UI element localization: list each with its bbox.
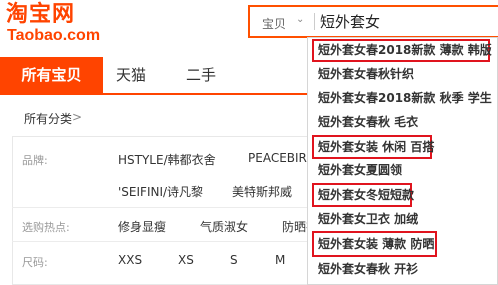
brand-option[interactable]: 美特斯邦威 xyxy=(232,183,292,200)
logo-chinese-name: 淘宝网 xyxy=(6,2,76,27)
suggestion-item[interactable]: 短外套女春秋 开衫 xyxy=(318,261,418,277)
search-input[interactable] xyxy=(320,10,490,32)
size-option[interactable]: M xyxy=(275,253,285,267)
suggestion-item[interactable]: 短外套女卫衣 加绒 xyxy=(318,211,418,227)
brand-option[interactable]: PEACEBIRD xyxy=(248,151,316,165)
suggestion-item[interactable]: 短外套女冬短短款 xyxy=(318,187,414,203)
suggestion-item[interactable]: 短外套女春秋 毛衣 xyxy=(318,114,418,130)
size-option[interactable]: XXS xyxy=(118,253,142,267)
tab-all-items[interactable]: 所有宝贝 xyxy=(0,57,103,93)
breadcrumb-all-categories[interactable]: 所有分类 xyxy=(24,110,72,127)
size-option[interactable]: S xyxy=(230,253,238,267)
taobao-logo[interactable]: 淘宝网 Taobao.com xyxy=(6,2,106,46)
size-option[interactable]: XS xyxy=(178,253,194,267)
chevron-down-icon[interactable]: ⌄ xyxy=(296,14,304,25)
suggestion-item[interactable]: 短外套女装 休闲 百搭 xyxy=(318,139,434,155)
search-type-selector[interactable]: 宝贝 xyxy=(262,15,286,32)
search-box: 宝贝 ⌄ xyxy=(248,5,498,38)
chevron-right-icon: > xyxy=(72,110,83,124)
suggestion-item[interactable]: 短外套女春2018新款 薄款 韩版 xyxy=(318,42,492,58)
size-filter-label: 尺码: xyxy=(22,256,48,269)
suggestion-item[interactable]: 短外套女装 薄款 防晒 xyxy=(318,236,434,252)
hot-option[interactable]: 气质淑女 xyxy=(200,218,248,235)
tab-tmall[interactable]: 天猫 xyxy=(108,57,154,93)
brand-option[interactable]: 'SEIFINI/诗凡黎 xyxy=(118,183,203,200)
hot-option[interactable]: 修身显瘦 xyxy=(118,218,166,235)
tab-second-hand[interactable]: 二手 xyxy=(178,57,224,93)
suggestion-item[interactable]: 短外套女春2018新款 秋季 学生 xyxy=(318,90,492,106)
search-suggestions-dropdown: 短外套女春2018新款 薄款 韩版 短外套女春秋针织 短外套女春2018新款 秋… xyxy=(307,37,498,285)
search-divider xyxy=(314,13,315,30)
hot-filter-label: 选购热点: xyxy=(22,221,70,234)
logo-english-name: Taobao.com xyxy=(7,27,101,44)
suggestion-item[interactable]: 短外套女夏圆领 xyxy=(318,162,402,178)
suggestion-item[interactable]: 短外套女春秋针织 xyxy=(318,66,414,82)
brand-option[interactable]: HSTYLE/韩都衣舍 xyxy=(118,151,216,168)
brand-filter-label: 品牌: xyxy=(22,154,48,167)
